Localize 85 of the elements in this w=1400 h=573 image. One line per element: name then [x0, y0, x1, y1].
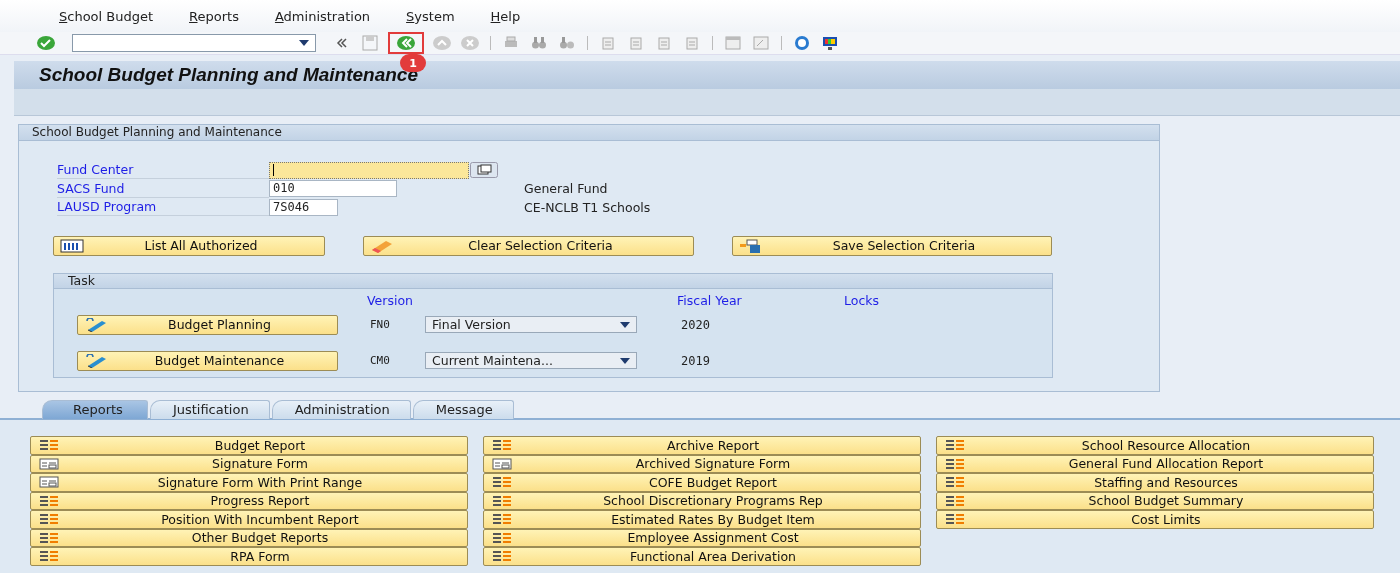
callout-badge: 1 — [400, 54, 426, 72]
field-label[interactable]: Fund Center — [57, 161, 269, 180]
tab[interactable]: Reports — [42, 400, 148, 419]
binoculars-icon — [529, 35, 549, 51]
up-icon — [432, 35, 452, 51]
list-icon — [60, 238, 84, 253]
dropdown-arrow-icon[interactable] — [299, 40, 309, 46]
help-icon[interactable] — [792, 35, 812, 51]
monitor-icon[interactable] — [820, 35, 840, 51]
field-description: CE-NCLB T1 Schools — [524, 199, 651, 215]
report-icon — [39, 494, 59, 507]
menu-item[interactable]: Help — [490, 8, 521, 24]
report-button[interactable]: Archive Report — [483, 436, 921, 455]
value-help-icon[interactable] — [470, 162, 498, 179]
task-title: Task — [68, 272, 95, 288]
menu-item[interactable]: System — [406, 8, 455, 24]
version-dropdown[interactable]: Final Version — [425, 316, 637, 333]
field-description: General Fund — [524, 181, 608, 197]
input-field[interactable]: 010 — [269, 180, 397, 198]
form-icon — [39, 457, 59, 470]
menu-item[interactable]: School Budget — [59, 8, 154, 24]
form-icon — [39, 476, 59, 489]
pencil-icon — [84, 317, 108, 332]
action-button[interactable]: List All Authorized — [53, 235, 325, 256]
save-variant-icon — [739, 238, 763, 253]
input-field[interactable]: 7S046 — [269, 198, 338, 216]
report-icon — [945, 494, 965, 507]
eraser-icon — [370, 238, 394, 253]
form-icon — [492, 457, 512, 470]
report-button[interactable]: Signature Form With Print Range — [30, 473, 468, 492]
report-button[interactable]: RPA Form — [30, 547, 468, 566]
column-header: Version — [367, 292, 413, 308]
version-dropdown[interactable]: Current Maintena... — [425, 352, 637, 369]
task-button[interactable]: Budget Planning — [77, 314, 338, 335]
report-icon — [945, 457, 965, 470]
save-icon — [360, 35, 380, 51]
report-icon — [492, 476, 512, 489]
report-icon — [492, 494, 512, 507]
menu-item[interactable]: Administration — [274, 8, 371, 24]
report-icon — [492, 550, 512, 563]
tab[interactable]: Administration — [271, 400, 411, 419]
report-button[interactable]: COFE Budget Report — [483, 473, 921, 492]
version-code: FN0 — [369, 318, 391, 331]
report-icon — [945, 439, 965, 452]
dropdown-arrow-icon[interactable] — [620, 321, 630, 328]
version-code: CM0 — [369, 354, 391, 367]
pencil-icon — [84, 353, 108, 368]
back-icon[interactable] — [396, 35, 416, 51]
tab[interactable]: Message — [412, 400, 514, 419]
report-button[interactable]: Staffing and Resources — [936, 473, 1374, 492]
report-button[interactable]: Estimated Rates By Budget Item — [483, 510, 921, 529]
action-button[interactable]: Clear Selection Criteria — [363, 235, 694, 256]
action-button[interactable]: Save Selection Criteria — [732, 235, 1052, 256]
find-next-icon — [557, 35, 577, 51]
report-icon — [492, 513, 512, 526]
report-button[interactable]: Position With Incumbent Report — [30, 510, 468, 529]
report-button[interactable]: Budget Report — [30, 436, 468, 455]
report-icon — [945, 476, 965, 489]
input-field[interactable] — [269, 161, 469, 179]
report-button[interactable]: Functional Area Derivation — [483, 547, 921, 566]
report-icon — [492, 531, 512, 544]
task-button[interactable]: Budget Maintenance — [77, 350, 338, 371]
tab[interactable]: Justification — [149, 400, 270, 419]
fiscal-year: 2020 — [681, 317, 710, 332]
fiscal-year: 2019 — [681, 353, 710, 368]
command-field[interactable] — [72, 34, 316, 52]
menu-item[interactable]: Reports — [189, 8, 239, 24]
report-icon — [39, 531, 59, 544]
report-icon — [492, 439, 512, 452]
window-icon — [751, 35, 771, 51]
window-icon — [723, 35, 743, 51]
dropdown-arrow-icon[interactable] — [620, 357, 630, 364]
report-icon — [39, 513, 59, 526]
group-title: School Budget Planning and Maintenance — [32, 125, 282, 139]
column-header: Fiscal Year — [677, 292, 742, 308]
report-icon — [39, 439, 59, 452]
report-icon — [39, 550, 59, 563]
report-button[interactable]: School Resource Allocation — [936, 436, 1374, 455]
checkmark-icon[interactable] — [36, 35, 56, 51]
column-header: Locks — [844, 292, 880, 308]
report-icon — [945, 513, 965, 526]
field-label[interactable]: SACS Fund — [57, 179, 269, 198]
cancel-icon — [460, 35, 480, 51]
report-button[interactable]: Cost Limits — [936, 510, 1374, 529]
field-label[interactable]: LAUSD Program — [57, 198, 269, 217]
